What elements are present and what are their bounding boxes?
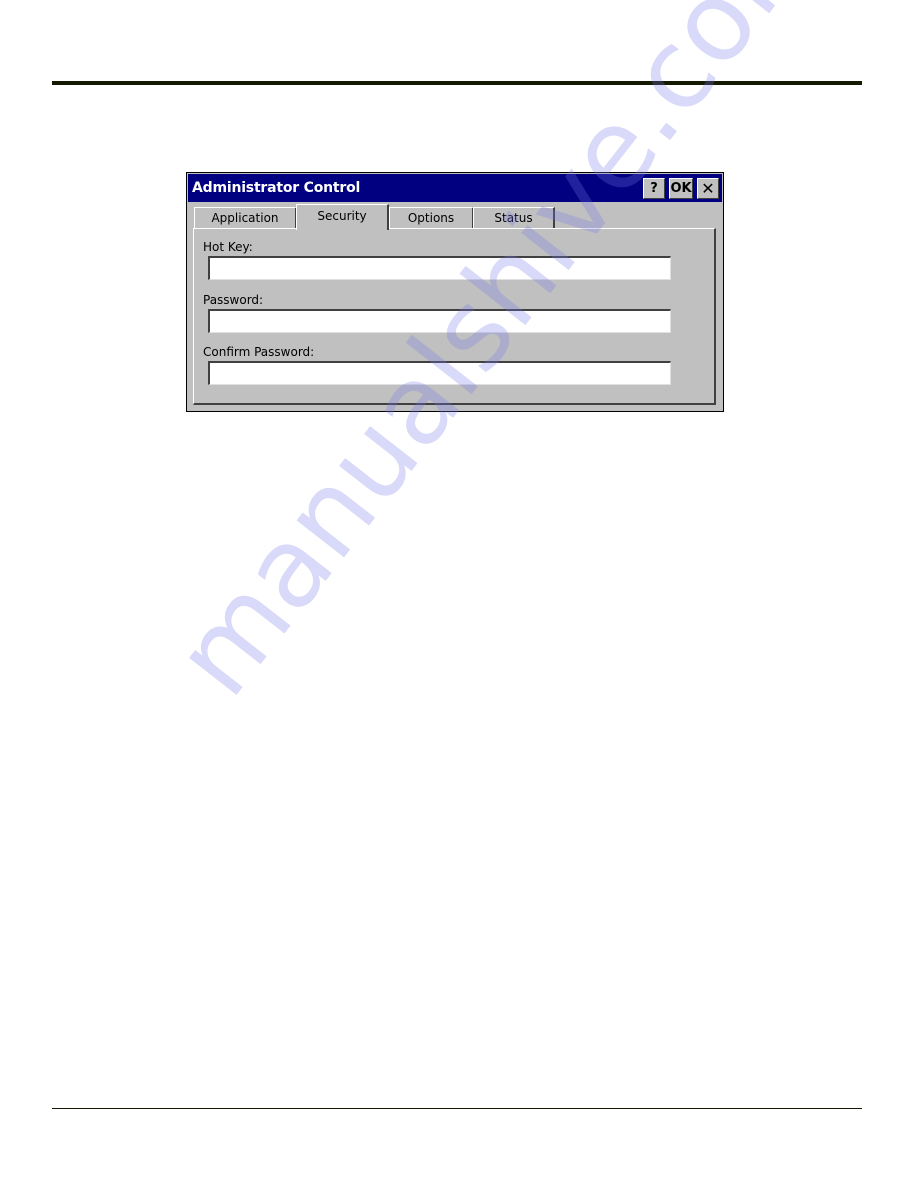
close-button[interactable]: ✕: [697, 178, 719, 199]
administrator-control-dialog: Administrator Control ? OK ✕ Application…: [186, 172, 724, 412]
help-button[interactable]: ?: [643, 178, 665, 199]
close-icon: ✕: [701, 179, 715, 198]
confirm-password-input[interactable]: [208, 361, 671, 385]
tab-application[interactable]: Application: [194, 207, 297, 229]
hot-key-input[interactable]: [208, 256, 671, 280]
header-rule: [52, 81, 862, 85]
dialog-title: Administrator Control: [192, 180, 361, 196]
password-input[interactable]: [208, 309, 671, 333]
tab-label: Status: [494, 211, 533, 225]
confirm-password-label: Confirm Password:: [203, 345, 315, 359]
tab-label: Options: [407, 211, 455, 225]
footer-rule: [52, 1108, 862, 1109]
title-bar[interactable]: Administrator Control ? OK ✕: [188, 174, 722, 202]
ok-label: OK: [670, 181, 692, 196]
ok-button[interactable]: OK: [669, 178, 693, 199]
help-icon: ?: [650, 181, 658, 196]
tab-label: Application: [211, 211, 279, 225]
security-tab-panel: Hot Key: Password: Confirm Password:: [193, 228, 716, 405]
tab-options[interactable]: Options: [389, 207, 474, 229]
tab-label: Security: [317, 209, 367, 223]
tab-security[interactable]: Security: [296, 204, 389, 230]
tab-status[interactable]: Status: [473, 207, 555, 229]
hot-key-label: Hot Key:: [203, 240, 253, 254]
password-label: Password:: [203, 293, 264, 307]
